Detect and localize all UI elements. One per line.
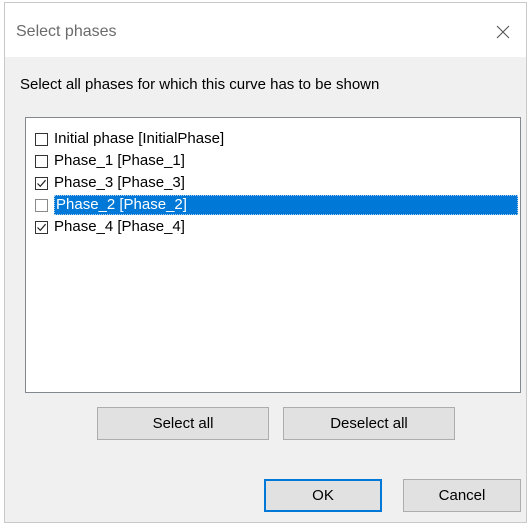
title-bar: Select phases [5,3,526,57]
checkmark-icon [37,179,47,187]
phases-listbox[interactable]: Initial phase [InitialPhase] Phase_1 [Ph… [25,117,521,393]
ok-button[interactable]: OK [264,479,382,512]
list-item[interactable]: Initial phase [InitialPhase] [27,128,518,150]
deselect-all-button[interactable]: Deselect all [283,407,455,440]
phase-checkbox[interactable] [35,198,48,212]
select-all-button[interactable]: Select all [97,407,269,440]
close-button[interactable] [480,13,526,51]
list-item[interactable]: Phase_2 [Phase_2] [27,194,518,216]
list-item-label: Initial phase [InitialPhase] [54,130,225,147]
phase-checkbox[interactable] [35,176,48,190]
phase-checkbox[interactable] [35,220,48,234]
list-item[interactable]: Phase_4 [Phase_4] [27,216,518,238]
dialog-title: Select phases [16,23,117,40]
list-item-label: Phase_1 [Phase_1] [54,152,185,169]
instruction-text: Select all phases for which this curve h… [20,76,380,93]
list-item[interactable]: Phase_1 [Phase_1] [27,150,518,172]
list-item-label: Phase_4 [Phase_4] [54,218,185,235]
list-item-label: Phase_3 [Phase_3] [54,174,185,191]
checkmark-icon [37,223,47,231]
close-icon [496,25,510,39]
list-item-label: Phase_2 [Phase_2] [54,195,518,215]
list-item[interactable]: Phase_3 [Phase_3] [27,172,518,194]
phase-checkbox[interactable] [35,132,48,146]
cancel-button[interactable]: Cancel [403,479,521,512]
select-phases-dialog: Select phases Select all phases for whic… [4,2,527,523]
phase-checkbox[interactable] [35,154,48,168]
